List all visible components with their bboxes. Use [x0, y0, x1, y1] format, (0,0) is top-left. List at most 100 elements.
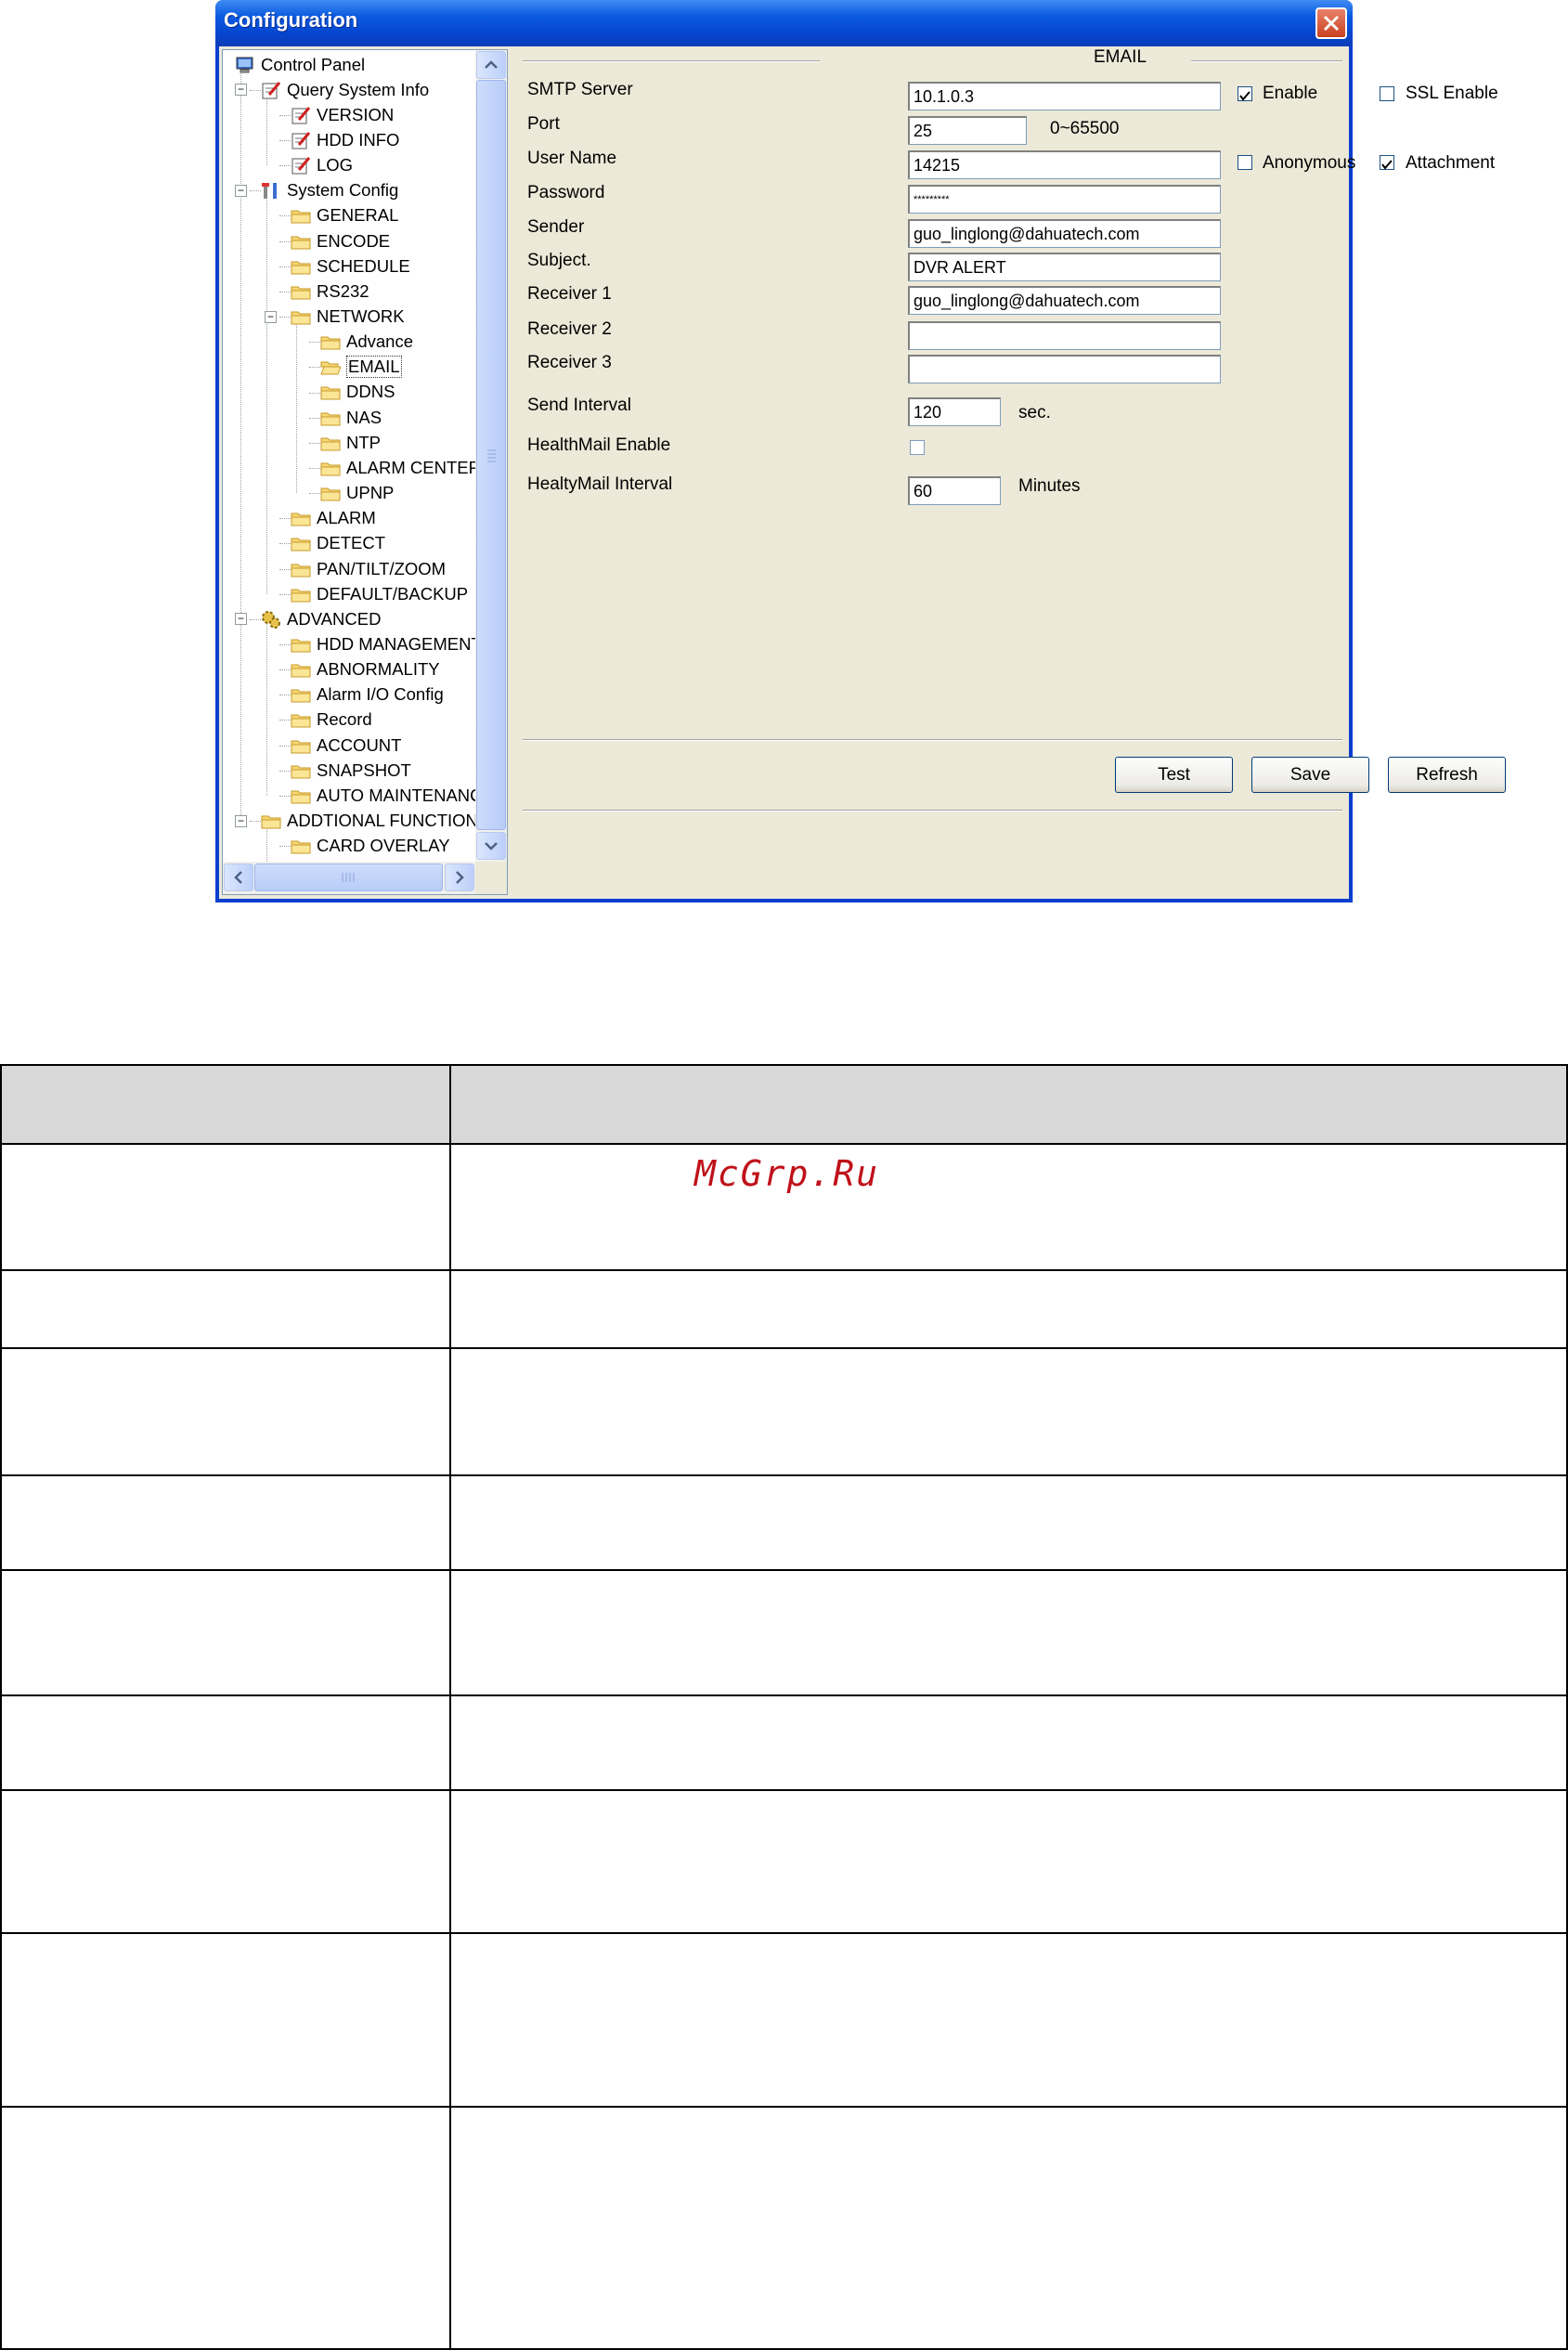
- receiver-1-input[interactable]: [908, 286, 1221, 315]
- tree-branch-line: [279, 240, 291, 242]
- tree-horizontal-scrollbar[interactable]: [223, 862, 475, 894]
- tree-item-schedule[interactable]: SCHEDULE: [291, 253, 410, 279]
- horizontal-scroll-thumb[interactable]: [254, 863, 443, 891]
- healthmail-enable-checkbox[interactable]: [910, 440, 925, 455]
- collapse-toggle-icon[interactable]: −: [235, 814, 247, 827]
- password-input[interactable]: [908, 185, 1221, 214]
- tree-item-label: HDD MANAGEMENT: [317, 633, 475, 654]
- tree-item-label: CARD OVERLAY: [317, 836, 450, 856]
- tree-item-email[interactable]: EMAIL: [320, 355, 402, 380]
- tree-item-card-overlay[interactable]: CARD OVERLAY: [291, 834, 450, 859]
- scroll-down-button[interactable]: [476, 832, 506, 860]
- tree-item-detect[interactable]: DETECT: [291, 531, 385, 556]
- tree-item-snapshot[interactable]: SNAPSHOT: [291, 758, 411, 783]
- attachment-checkbox[interactable]: [1380, 155, 1394, 170]
- collapse-toggle-icon[interactable]: −: [235, 184, 247, 197]
- folder-icon: [291, 307, 311, 326]
- tree-item-advanced[interactable]: ADVANCED: [261, 606, 381, 631]
- tree-branch-line: [309, 417, 320, 419]
- tree-item-label: EMAIL: [346, 356, 402, 379]
- tree-vertical-scrollbar[interactable]: [475, 50, 507, 862]
- tree-branch-line: [279, 846, 291, 848]
- tree-branch-line: [279, 518, 291, 520]
- healthmail-interval-input[interactable]: [908, 476, 1001, 505]
- tree-item-hdd-info[interactable]: HDD INFO: [291, 127, 399, 152]
- send-interval-unit: sec.: [1018, 403, 1051, 422]
- table-cell: [449, 1269, 1568, 1349]
- email-settings-panel: EMAIL SMTP Server Enable SSL Enable Port…: [509, 46, 1506, 899]
- collapse-toggle-icon[interactable]: −: [235, 613, 247, 626]
- tree-item-label: RS232: [317, 280, 369, 301]
- configuration-window: Configuration Control Panel − Query System…: [215, 0, 1506, 902]
- tree-branch-line: [309, 467, 320, 469]
- tree-item-hdd-management[interactable]: HDD MANAGEMENT: [291, 631, 475, 656]
- anonymous-checkbox[interactable]: [1238, 155, 1252, 170]
- tree-item-label: LOG: [317, 155, 354, 175]
- test-button[interactable]: Test: [1115, 757, 1233, 793]
- tree-item-advance[interactable]: Advance: [320, 330, 413, 355]
- refresh-button[interactable]: Refresh: [1388, 757, 1506, 793]
- tree-item-alarm-center[interactable]: ALARM CENTER: [320, 455, 475, 480]
- tree-item-rs232[interactable]: RS232: [291, 279, 369, 304]
- tree-item-addtional-function[interactable]: ADDTIONAL FUNCTION: [261, 809, 475, 834]
- tree-item-nas[interactable]: NAS: [320, 405, 382, 430]
- enable-checkbox[interactable]: [1238, 86, 1252, 101]
- scroll-right-button[interactable]: [445, 863, 474, 891]
- receiver-2-input[interactable]: [908, 321, 1221, 350]
- tree-guide-line: [240, 64, 241, 822]
- folder-icon: [291, 736, 311, 755]
- subject-input[interactable]: [908, 253, 1221, 281]
- tree-item-network[interactable]: NETWORK: [291, 305, 405, 330]
- tree-item-record[interactable]: Record: [291, 708, 372, 733]
- tree-branch-line: [279, 795, 291, 797]
- tree-item-general[interactable]: GENERAL: [291, 203, 398, 228]
- scroll-thumb[interactable]: [476, 80, 506, 830]
- port-input[interactable]: [908, 116, 1027, 145]
- tree-item-default-backup[interactable]: DEFAULT/BACKUP: [291, 581, 468, 606]
- tree-item-upnp[interactable]: UPNP: [320, 481, 394, 506]
- tree-item-control-panel[interactable]: Control Panel: [235, 52, 365, 77]
- send-interval-input[interactable]: [908, 397, 1001, 426]
- sender-input[interactable]: [908, 219, 1221, 248]
- subject-label: Subject.: [527, 251, 591, 270]
- close-button[interactable]: [1315, 7, 1347, 39]
- receiver-3-input[interactable]: [908, 355, 1221, 383]
- tree-item-label: Advance: [346, 331, 413, 352]
- tree-item-abnormality[interactable]: ABNORMALITY: [291, 657, 440, 682]
- tree-item-ntp[interactable]: NTP: [320, 430, 381, 455]
- tree-branch-line: [279, 720, 291, 721]
- tree-item-alarm-i-o-config[interactable]: Alarm I/O Config: [291, 682, 444, 708]
- port-label: Port: [527, 114, 560, 134]
- collapse-toggle-icon[interactable]: −: [235, 84, 247, 97]
- computer-icon: [235, 56, 255, 74]
- user-name-input[interactable]: [908, 150, 1221, 179]
- tree-item-auto-maintenance[interactable]: AUTO MAINTENANCE: [291, 783, 475, 808]
- tree-item-pan-tilt-zoom[interactable]: PAN/TILT/ZOOM: [291, 556, 446, 581]
- tree-item-query-system-info[interactable]: Query System Info: [261, 77, 429, 102]
- tree-item-encode[interactable]: ENCODE: [291, 228, 390, 253]
- tree-branch-line: [279, 215, 291, 217]
- tree-item-label: System Config: [287, 180, 399, 201]
- smtp-server-input[interactable]: [908, 82, 1221, 110]
- tree-item-account[interactable]: ACCOUNT: [291, 733, 401, 758]
- scroll-left-button[interactable]: [224, 863, 253, 891]
- tree-item-log[interactable]: LOG: [291, 153, 353, 178]
- tree-item-alarm[interactable]: ALARM: [291, 506, 376, 531]
- save-button[interactable]: Save: [1251, 757, 1369, 793]
- folder-icon: [291, 232, 311, 251]
- ssl-enable-checkbox[interactable]: [1380, 86, 1394, 101]
- table-row: [0, 1269, 1568, 1349]
- checkmark-icon: [1381, 160, 1393, 170]
- scroll-up-button[interactable]: [476, 51, 506, 79]
- tree-item-version[interactable]: VERSION: [291, 102, 394, 127]
- folder-icon: [291, 560, 311, 578]
- table-cell: [449, 1789, 1568, 1934]
- collapse-toggle-icon[interactable]: −: [265, 310, 277, 323]
- watermark: McGrp.Ru: [694, 1153, 880, 1194]
- tree-item-ddns[interactable]: DDNS: [320, 380, 395, 405]
- tree-item-system-config[interactable]: System Config: [261, 178, 398, 203]
- tree-item-label: DETECT: [317, 533, 385, 553]
- healthmail-interval-label: HealtyMail Interval: [527, 474, 673, 494]
- title-bar[interactable]: Configuration: [215, 0, 1353, 46]
- tree-item-label: DDNS: [346, 382, 395, 402]
